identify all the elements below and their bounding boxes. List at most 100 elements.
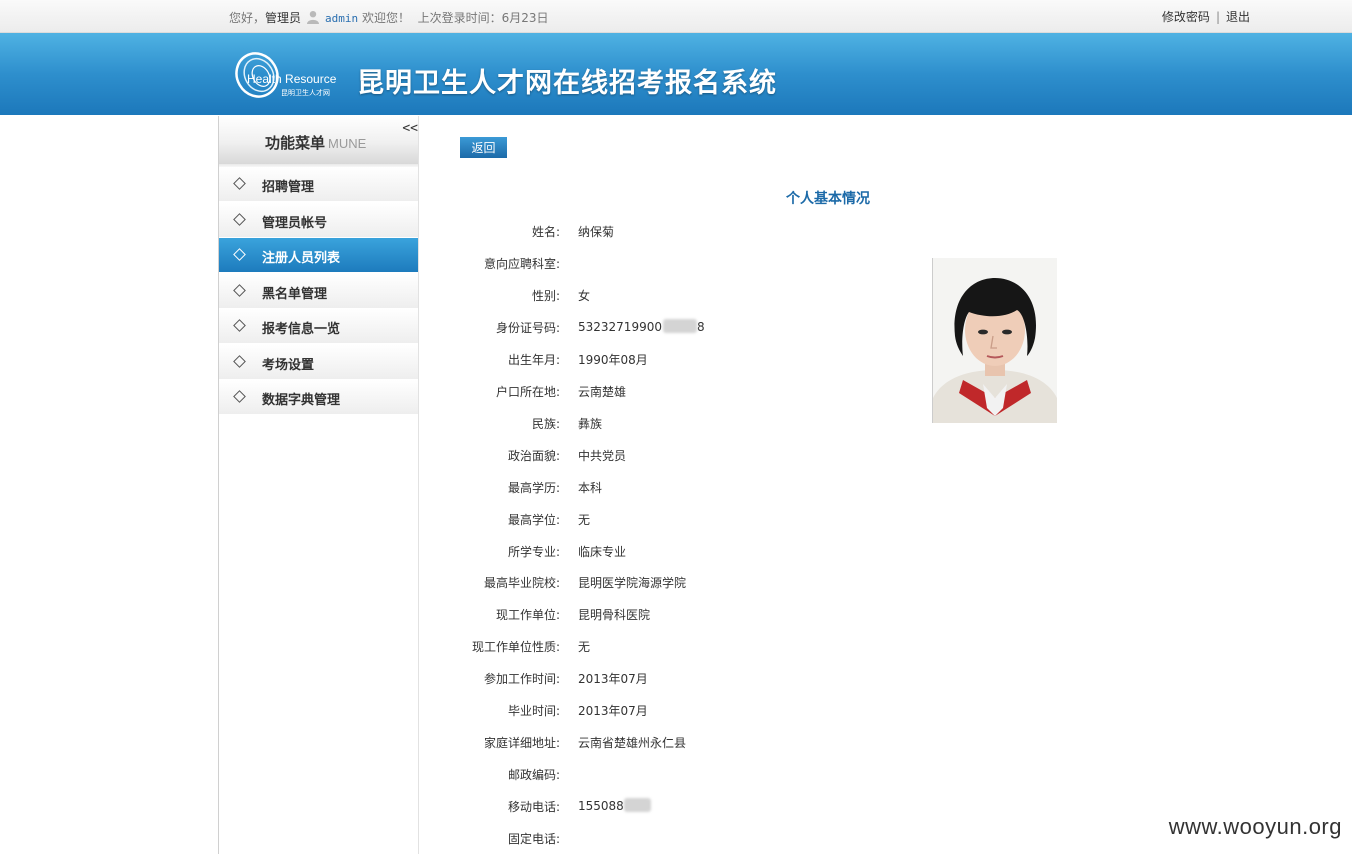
profile-field: 现工作单位: 昆明骨科医院	[420, 604, 880, 624]
field-value-text: 彝族	[578, 417, 603, 431]
diamond-icon	[233, 248, 246, 261]
menu-header: 功能菜单 MUNE <<	[219, 116, 418, 164]
sidebar-item[interactable]: 招聘管理	[219, 167, 418, 201]
greeting-text: 您好，	[229, 11, 266, 25]
field-value: 本科	[578, 479, 602, 496]
watermark: www.wooyun.org	[1168, 814, 1342, 839]
field-value: 无	[578, 511, 590, 528]
user-icon	[306, 10, 320, 24]
system-title: 昆明卫生人才网在线招考报名系统	[357, 68, 777, 99]
greeting-line: 您好，管理员 admin 欢迎您！ 上次登录时间：6月23日	[229, 9, 549, 26]
profile-field: 现工作单位性质: 无	[420, 636, 880, 656]
change-password-link[interactable]: 修改密码	[1162, 10, 1210, 24]
sidebar-item-label: 管理员帐号	[262, 215, 328, 231]
back-button[interactable]: 返回	[460, 137, 507, 158]
diamond-icon	[233, 212, 246, 226]
redaction-blur	[662, 319, 697, 333]
field-value-tail: 8	[696, 320, 705, 334]
section-title: 个人基本情况	[786, 191, 870, 207]
field-value-text: 无	[578, 513, 591, 527]
field-value-text: 临床专业	[578, 545, 627, 559]
profile-field: 最高毕业院校: 昆明医学院海源学院	[420, 572, 880, 592]
profile-field: 参加工作时间: 2013年07月	[420, 668, 880, 688]
sidebar-item-label: 考场设置	[262, 357, 315, 373]
field-label: 参加工作时间:	[483, 672, 560, 686]
redaction-blur	[623, 798, 651, 812]
diamond-icon	[233, 354, 246, 368]
field-label: 现工作单位性质:	[471, 640, 560, 654]
menu-list: 招聘管理管理员帐号注册人员列表 黑名单管理报考信息一览 考场设置数据字典管理	[219, 167, 418, 414]
profile-field: 身份证号码: 53232719900 8	[420, 317, 880, 337]
diamond-icon	[233, 177, 246, 190]
profile-field: 所学专业: 临床专业	[420, 541, 880, 561]
profile-field: 移动电话: 155088	[420, 796, 880, 816]
field-label: 姓名:	[531, 225, 560, 239]
field-value-text: 昆明骨科医院	[578, 608, 651, 622]
field-value-text: 云南省楚雄州永仁县	[578, 736, 687, 750]
field-value: 1990年08月	[578, 351, 648, 368]
field-value-text: 无	[578, 640, 591, 654]
sidebar-item[interactable]: 注册人员列表	[219, 238, 418, 272]
sidebar-item[interactable]: 数据字典管理	[219, 380, 418, 414]
profile-field: 户口所在地: 云南楚雄	[420, 381, 880, 401]
field-value-text: 53232719900	[578, 320, 662, 334]
field-label: 政治面貌:	[507, 449, 560, 463]
field-label: 现工作单位:	[495, 608, 560, 622]
field-value-text: 155088	[578, 799, 624, 813]
link-separator: |	[1215, 10, 1220, 24]
profile-field: 性别: 女	[420, 285, 880, 305]
field-label: 户口所在地:	[495, 385, 560, 399]
sidebar-item[interactable]: 考场设置	[219, 344, 418, 379]
diamond-icon	[233, 283, 246, 297]
field-value-text: 2013年07月	[578, 704, 648, 718]
profile-field: 最高学历: 本科	[420, 477, 880, 497]
profile-field: 邮政编码:	[420, 764, 880, 784]
field-label: 移动电话:	[507, 800, 560, 814]
sidebar-item-label: 招聘管理	[262, 180, 315, 195]
field-value: 临床专业	[578, 543, 626, 560]
field-value-text: 2013年07月	[578, 672, 648, 686]
sidebar-item[interactable]: 报考信息一览	[219, 309, 418, 343]
sidebar-item[interactable]: 黑名单管理	[219, 273, 418, 308]
user-role: 管理员	[265, 11, 302, 25]
field-value: 中共党员	[578, 447, 626, 464]
site-logo[interactable]: Health Resource 昆明卫生人才网	[233, 49, 349, 101]
profile-field: 民族: 彝族	[420, 413, 880, 433]
welcome-text: 欢迎您！	[361, 11, 410, 25]
profile-field: 姓名: 纳保菊	[420, 221, 880, 241]
menu-title: 功能菜单 MUNE	[265, 132, 366, 153]
profile-field: 政治面貌: 中共党员	[420, 445, 880, 465]
sidebar-item[interactable]: 管理员帐号	[219, 202, 418, 237]
field-label: 出生年月:	[507, 353, 560, 367]
profile-field: 家庭详细地址: 云南省楚雄州永仁县	[420, 732, 880, 752]
sidebar-item-label: 数据字典管理	[262, 393, 341, 408]
username: admin	[325, 12, 359, 25]
last-login-value: 6月23日	[501, 11, 549, 25]
field-label: 意向应聘科室:	[483, 257, 560, 271]
last-login-label: 上次登录时间：	[417, 11, 502, 25]
field-value: 云南省楚雄州永仁县	[578, 734, 686, 751]
sidebar-item-label: 注册人员列表	[262, 251, 341, 266]
sidebar-item-label: 报考信息一览	[262, 322, 341, 337]
logout-link[interactable]: 退出	[1226, 10, 1250, 24]
menu-title-cn: 功能菜单	[265, 134, 326, 152]
diamond-icon	[233, 319, 246, 332]
field-value-text: 云南楚雄	[578, 385, 627, 399]
collapse-sidebar-button[interactable]: <<	[402, 121, 418, 136]
field-value: 昆明医学院海源学院	[578, 574, 686, 591]
profile-field: 毕业时间: 2013年07月	[420, 700, 880, 720]
field-label: 最高学历:	[507, 481, 560, 495]
top-links: 修改密码 | 退出	[1162, 8, 1250, 25]
field-label: 性别:	[531, 289, 560, 303]
field-label: 所学专业:	[507, 545, 560, 559]
sidebar-item-label: 黑名单管理	[262, 286, 328, 302]
field-value: 彝族	[578, 415, 602, 432]
field-label: 身份证号码:	[495, 321, 560, 335]
field-value-text: 昆明医学院海源学院	[578, 576, 687, 590]
diamond-icon	[233, 390, 246, 403]
field-value-text: 本科	[578, 481, 603, 495]
field-label: 民族:	[531, 417, 560, 431]
field-value-text: 中共党员	[578, 449, 627, 463]
profile-field: 意向应聘科室:	[420, 253, 880, 273]
field-value: 2013年07月	[578, 670, 648, 687]
